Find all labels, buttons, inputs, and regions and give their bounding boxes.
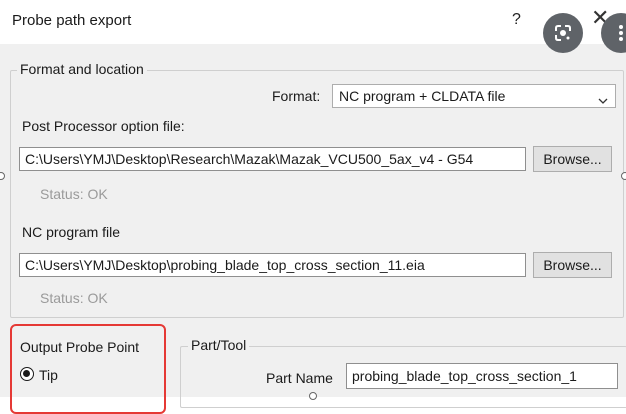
help-button[interactable]: ? xyxy=(512,11,521,29)
lens-button[interactable] xyxy=(543,13,583,53)
format-label: Format: xyxy=(272,88,321,104)
dialog-title: Probe path export xyxy=(12,12,132,29)
format-select-value: NC program + CLDATA file xyxy=(339,88,506,104)
google-lens-icon xyxy=(555,25,571,41)
part-name-label: Part Name xyxy=(266,370,333,386)
radio-selected-dot xyxy=(23,370,30,377)
post-processor-browse-label: Browse... xyxy=(543,151,602,167)
nc-program-browse-label: Browse... xyxy=(543,257,602,273)
post-processor-label: Post Processor option file: xyxy=(22,118,185,134)
format-select[interactable]: NC program + CLDATA file xyxy=(332,84,616,108)
output-probe-point-title: Output Probe Point xyxy=(20,339,140,355)
probe-path-export-dialog: Probe path export ? ✕ Format and locatio… xyxy=(0,0,626,414)
title-bar: Probe path export ? ✕ xyxy=(0,0,626,44)
post-processor-browse-button[interactable]: Browse... xyxy=(533,146,612,172)
nc-program-label: NC program file xyxy=(22,224,121,240)
tip-radio[interactable] xyxy=(20,367,34,381)
nc-program-status: Status: OK xyxy=(40,290,108,306)
selection-handle-bottom[interactable] xyxy=(309,392,317,400)
format-location-title: Format and location xyxy=(17,61,147,77)
chevron-down-icon xyxy=(598,92,608,108)
more-vertical-icon xyxy=(619,25,623,41)
part-name-field[interactable]: probing_blade_top_cross_section_1 xyxy=(346,363,618,389)
tip-label[interactable]: Tip xyxy=(39,367,58,383)
part-tool-title: Part/Tool xyxy=(188,337,250,353)
nc-program-field[interactable]: C:\Users\YMJ\Desktop\probing_blade_top_c… xyxy=(19,253,526,277)
nc-program-browse-button[interactable]: Browse... xyxy=(533,252,612,278)
output-probe-point-group xyxy=(10,324,166,414)
selection-handle-left[interactable] xyxy=(0,172,5,180)
post-processor-status: Status: OK xyxy=(40,186,108,202)
selection-handle-right[interactable] xyxy=(621,172,626,180)
post-processor-field[interactable]: C:\Users\YMJ\Desktop\Research\Mazak\Maza… xyxy=(19,147,526,171)
